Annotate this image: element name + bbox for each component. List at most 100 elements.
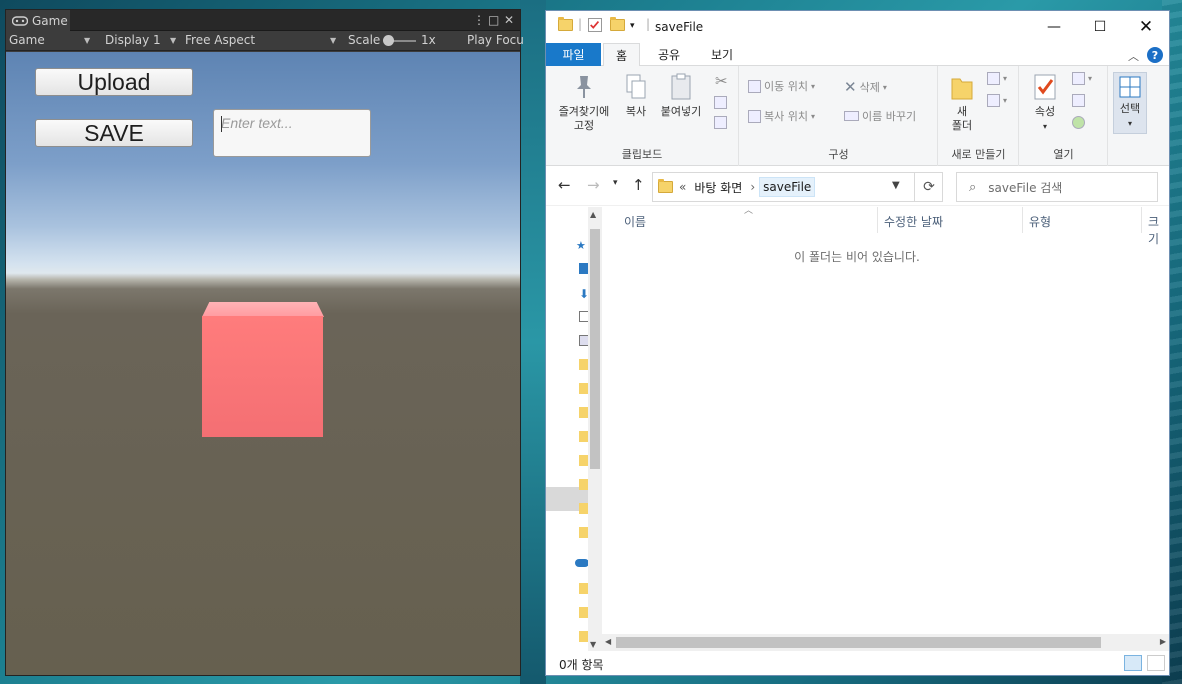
file-list-horizontal-scrollbar[interactable]: ◀ ▶ (602, 634, 1169, 651)
status-bar: 0개 항목 (546, 651, 1169, 675)
open-group-label: 열기 (1053, 148, 1074, 161)
search-input[interactable]: ⌕ saveFile 검색 (956, 172, 1158, 202)
scroll-up-icon[interactable]: ▲ (590, 210, 596, 219)
column-header-name[interactable]: 이름 (624, 213, 646, 230)
move-to-button[interactable]: 이동 위치 ▾ (748, 78, 815, 94)
organize-group-label: 구성 (828, 148, 849, 161)
content-area: ★ ⬇ ▲ ▼ ︿ 이름 수정한 날짜 유형 크기 이 폴더는 비어 있습니다.… (546, 206, 1169, 651)
column-header-date-modified[interactable]: 수정한 날짜 (884, 213, 943, 230)
easy-access-icon[interactable]: ▾ (987, 94, 1007, 107)
open-icon[interactable]: ▾ (1072, 72, 1092, 85)
cut-icon[interactable]: ✂ (715, 72, 728, 90)
history-icon[interactable] (1072, 116, 1085, 129)
tab-file[interactable]: 파일 (546, 43, 601, 66)
scale-label: Scale (348, 33, 381, 47)
save-button[interactable]: SAVE (35, 119, 193, 147)
item-count: 0개 항목 (559, 658, 604, 672)
new-item-icon[interactable]: ▾ (987, 72, 1007, 85)
back-arrow-icon[interactable]: ← (558, 176, 571, 194)
ribbon: 즐겨찾기에 고정 복사 붙여넣기 ✂ 클립보드 이동 위치 ▾ 복사 위치 ▾ … (546, 66, 1169, 166)
display-mode-dropdown[interactable]: Game (9, 33, 45, 47)
paste-shortcut-icon[interactable] (714, 116, 727, 129)
close-button[interactable]: ✕ (1123, 11, 1169, 43)
scroll-down-icon[interactable]: ▼ (590, 640, 596, 649)
column-divider[interactable] (877, 207, 878, 233)
onedrive-icon[interactable] (575, 559, 589, 567)
sort-ascending-icon: ︿ (744, 206, 754, 216)
forward-arrow-icon[interactable]: → (587, 176, 600, 194)
delete-button[interactable]: ✕ 삭제 ▾ (844, 78, 887, 96)
maximize-icon[interactable]: □ (488, 13, 499, 27)
quick-access-icon[interactable]: ★ (576, 239, 586, 252)
tab-share[interactable]: 공유 (649, 43, 689, 66)
title-bar: | ▾ | saveFile — ☐ ✕ (546, 11, 1169, 43)
breadcrumb-overflow[interactable]: « (679, 180, 686, 194)
refresh-button[interactable]: ⟳ (914, 172, 943, 202)
column-divider[interactable] (1022, 207, 1023, 233)
new-group: 새 폴더 ▾ ▾ 새로 만들기 (939, 66, 1019, 166)
properties-quick-icon[interactable] (588, 18, 602, 32)
rename-button[interactable]: 이름 바꾸기 (844, 108, 916, 124)
collapse-ribbon-icon[interactable]: ︿ (1128, 48, 1139, 64)
navigation-pane: ★ ⬇ ▲ ▼ (546, 207, 602, 651)
select-button[interactable]: 선택 ▾ (1113, 72, 1147, 134)
new-folder-button[interactable]: 새 폴더 (945, 72, 979, 133)
scale-slider-handle[interactable] (383, 35, 394, 46)
copy-path-icon[interactable] (714, 96, 727, 109)
close-icon[interactable]: ✕ (504, 13, 514, 27)
column-header-type[interactable]: 유형 (1029, 213, 1051, 230)
new-folder-icon (951, 78, 973, 100)
column-divider[interactable] (1141, 207, 1142, 233)
separator: | (578, 17, 583, 31)
chevron-down-icon: ▼ (170, 36, 177, 45)
copy-to-button[interactable]: 복사 위치 ▾ (748, 108, 815, 124)
nav-pane-scrollbar[interactable]: ▲ ▼ (588, 207, 602, 651)
unity-tab-bar: Game ⋮ □ ✕ (6, 10, 520, 31)
column-header-size[interactable]: 크기 (1148, 213, 1169, 247)
up-arrow-icon[interactable]: ↑ (632, 176, 645, 194)
unity-game-window: Game ⋮ □ ✕ Game ▼ Display 1 ▼ Free Aspec… (5, 9, 524, 676)
nav-pane-scroll-thumb[interactable] (590, 229, 600, 469)
paste-button[interactable]: 붙여넣기 (656, 72, 706, 119)
address-bar-row: ← → ▾ ↑ « 바탕 화면 › saveFile ▼ ⟳ ⌕ saveFil… (546, 166, 1169, 206)
game-tab[interactable]: Game (6, 10, 70, 31)
folder-icon (658, 179, 673, 193)
new-group-label: 새로 만들기 (951, 148, 1006, 161)
minimize-button[interactable]: — (1031, 11, 1077, 43)
more-options-icon[interactable]: ⋮ (473, 13, 485, 27)
copy-button[interactable]: 복사 (619, 72, 653, 119)
recent-locations-icon[interactable]: ▾ (613, 178, 618, 188)
delete-icon: ✕ (844, 78, 857, 96)
scroll-right-icon[interactable]: ▶ (1160, 637, 1166, 646)
tab-view[interactable]: 보기 (702, 43, 742, 66)
file-list-scroll-thumb[interactable] (616, 637, 1101, 648)
breadcrumb-savefile[interactable]: saveFile (759, 177, 816, 197)
properties-button[interactable]: 속성 ▾ (1028, 72, 1062, 134)
tab-home[interactable]: 홈 (603, 43, 640, 67)
chevron-down-icon: ▼ (84, 36, 91, 45)
open-group: 속성 ▾ ▾ 열기 (1020, 66, 1108, 166)
organize-group: 이동 위치 ▾ 복사 위치 ▾ ✕ 삭제 ▾ 이름 바꾸기 구성 (740, 66, 938, 166)
aspect-dropdown[interactable]: Free Aspect (185, 33, 255, 47)
help-icon[interactable]: ? (1147, 47, 1163, 63)
scale-value: 1x (421, 33, 436, 47)
play-focus-dropdown[interactable]: Play Focu (467, 33, 524, 47)
cube-top-face (202, 302, 324, 317)
paste-icon (671, 73, 691, 100)
edit-icon[interactable] (1072, 94, 1085, 107)
text-input-field[interactable]: Enter text... (213, 109, 371, 157)
display-dropdown[interactable]: Display 1 (105, 33, 161, 47)
scroll-left-icon[interactable]: ◀ (605, 637, 611, 646)
breadcrumb-separator: › (750, 180, 756, 194)
details-view-icon[interactable] (1124, 655, 1142, 671)
new-folder-quick-icon[interactable] (610, 17, 625, 31)
customize-quick-access-icon[interactable]: ▾ (630, 21, 635, 31)
large-icons-view-icon[interactable] (1147, 655, 1165, 671)
separator: | (646, 17, 651, 31)
pin-quick-access-button[interactable]: 즐겨찾기에 고정 (550, 72, 618, 133)
game-viewport: Upload SAVE Enter text... (6, 52, 520, 675)
breadcrumb-desktop[interactable]: 바탕 화면 (694, 179, 742, 196)
address-history-dropdown[interactable]: ▼ (892, 180, 900, 191)
upload-button[interactable]: Upload (35, 68, 193, 96)
maximize-button[interactable]: ☐ (1077, 11, 1123, 43)
